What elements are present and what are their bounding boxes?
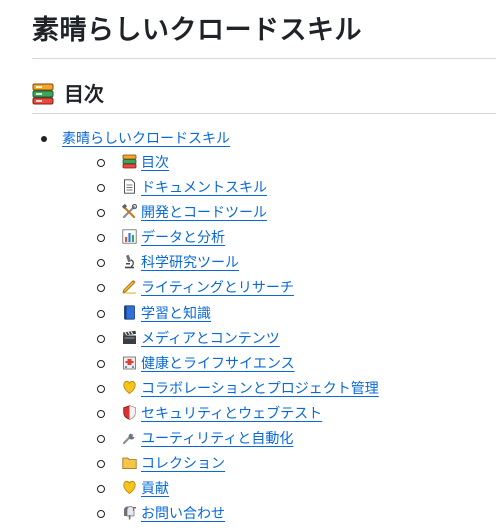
blue-book-icon [122, 304, 137, 320]
toc-item: 目次 [62, 151, 496, 176]
toc-link[interactable]: メディアとコンテンツ [122, 330, 280, 347]
shield-icon [122, 405, 137, 420]
folder-icon [122, 455, 137, 470]
toc-link[interactable]: お問い合わせ [122, 506, 225, 522]
toc-root-item: 素晴らしいクロードスキル 目次ドキュメントスキル 開発とコードツール データと分析科… [32, 127, 496, 527]
books-icon [32, 82, 54, 106]
toc-link-label: 貢献 [141, 481, 169, 498]
toc-list: 素晴らしいクロードスキル 目次ドキュメントスキル 開発とコードツール データと分析科… [32, 127, 496, 527]
toc-item: メディアとコンテンツ [62, 327, 496, 352]
tools-icon [122, 204, 137, 219]
wrench-icon [122, 430, 137, 445]
bullet [97, 209, 105, 218]
bullet [97, 159, 105, 167]
toc-link[interactable]: 目次 [122, 154, 169, 171]
toc-link-label: 学習と知識 [141, 305, 211, 322]
books-icon [122, 154, 137, 169]
toc-link-label: 目次 [141, 155, 169, 171]
toc-link-label: コレクション [141, 456, 225, 473]
toc-item: ドキュメントスキル [62, 176, 496, 201]
toc-link-label: 健康とライフサイエンス [141, 355, 295, 372]
clapper-icon [122, 330, 137, 345]
bullet [97, 334, 105, 343]
toc-link[interactable]: 科学研究ツール [122, 255, 239, 271]
yellow-heart-icon [122, 480, 137, 495]
toc-link-label: セキュリティとウェブテスト [141, 405, 323, 422]
toc-link[interactable]: コラボレーションとプロジェクト管理 [122, 380, 379, 397]
toc-link-label: ユーティリティと自動化 [141, 431, 294, 448]
toc-link-label: ライティングとリサーチ [141, 280, 294, 297]
toc-item: 貢献 [62, 477, 496, 502]
toc-link-label: お問い合わせ [141, 506, 225, 523]
toc-link-label: ドキュメントスキル [141, 180, 267, 197]
toc-sublist: 目次ドキュメントスキル 開発とコードツール データと分析 科学研究ツールライティングと… [62, 151, 496, 527]
toc-item: 健康とライフサイエンス [62, 352, 496, 377]
toc-link[interactable]: データと分析 [122, 229, 225, 247]
toc-link[interactable]: 学習と知識 [122, 304, 211, 322]
toc-link[interactable]: コレクション [122, 456, 225, 472]
toc-item: 科学研究ツール [62, 251, 496, 276]
bullet [97, 309, 105, 318]
toc-link-label: 科学研究ツール [141, 255, 239, 272]
bullet [97, 259, 105, 268]
toc-link-label: メディアとコンテンツ [141, 330, 280, 347]
bullet [97, 510, 105, 519]
toc-root-link[interactable]: 素晴らしいクロードスキル [62, 131, 230, 147]
bullet [97, 435, 105, 444]
yellow-heart-icon [122, 380, 137, 395]
toc-link[interactable]: ドキュメントスキル [122, 179, 267, 197]
bullet [97, 359, 105, 368]
toc-link[interactable]: 貢献 [122, 481, 169, 497]
bullet [97, 384, 105, 393]
toc-item: コレクション [62, 452, 496, 477]
toc-link[interactable]: セキュリティとウェブテスト [122, 405, 323, 422]
bar-chart-icon [122, 229, 137, 244]
bullet [97, 485, 105, 494]
bullet [41, 136, 47, 142]
toc-heading-label: 目次 [64, 82, 104, 106]
toc-item: 学習と知識 [62, 302, 496, 327]
toc-link[interactable]: 健康とライフサイエンス [122, 356, 295, 372]
toc-link-label: コラボレーションとプロジェクト管理 [141, 380, 379, 397]
bullet [97, 234, 105, 243]
toc-link-label: 開発とコードツール [141, 205, 267, 222]
document-icon [122, 179, 137, 194]
toc-item: お問い合わせ [62, 502, 496, 527]
bullet [97, 184, 105, 193]
toc-item: セキュリティとウェブテスト [62, 402, 496, 427]
toc-item: データと分析 [62, 226, 496, 251]
toc-link-label: データと分析 [141, 230, 225, 247]
mailbox-icon [122, 505, 137, 520]
pencil-writing-icon [122, 279, 137, 295]
toc-item: 開発とコードツール [62, 201, 496, 226]
page-title: 素晴らしいクロードスキル [32, 0, 496, 59]
toc-item: コラボレーションとプロジェクト管理 [62, 377, 496, 402]
readme-content: 素晴らしいクロードスキル 目次 素晴らしいクロードスキル 目次ドキュメントスキル… [32, 0, 496, 522]
toc-item: ユーティリティと自動化 [62, 427, 496, 452]
toc-link[interactable]: ユーティリティと自動化 [122, 431, 293, 447]
toc-link[interactable]: ライティングとリサーチ [122, 280, 294, 296]
toc-link[interactable]: 開発とコードツール [122, 204, 267, 222]
bullet [97, 460, 105, 469]
bullet [97, 409, 105, 418]
microscope-icon [122, 254, 137, 269]
toc-heading: 目次 [32, 80, 496, 114]
toc-item: ライティングとリサーチ [62, 276, 496, 301]
hospital-icon [122, 355, 137, 370]
bullet [97, 284, 105, 293]
